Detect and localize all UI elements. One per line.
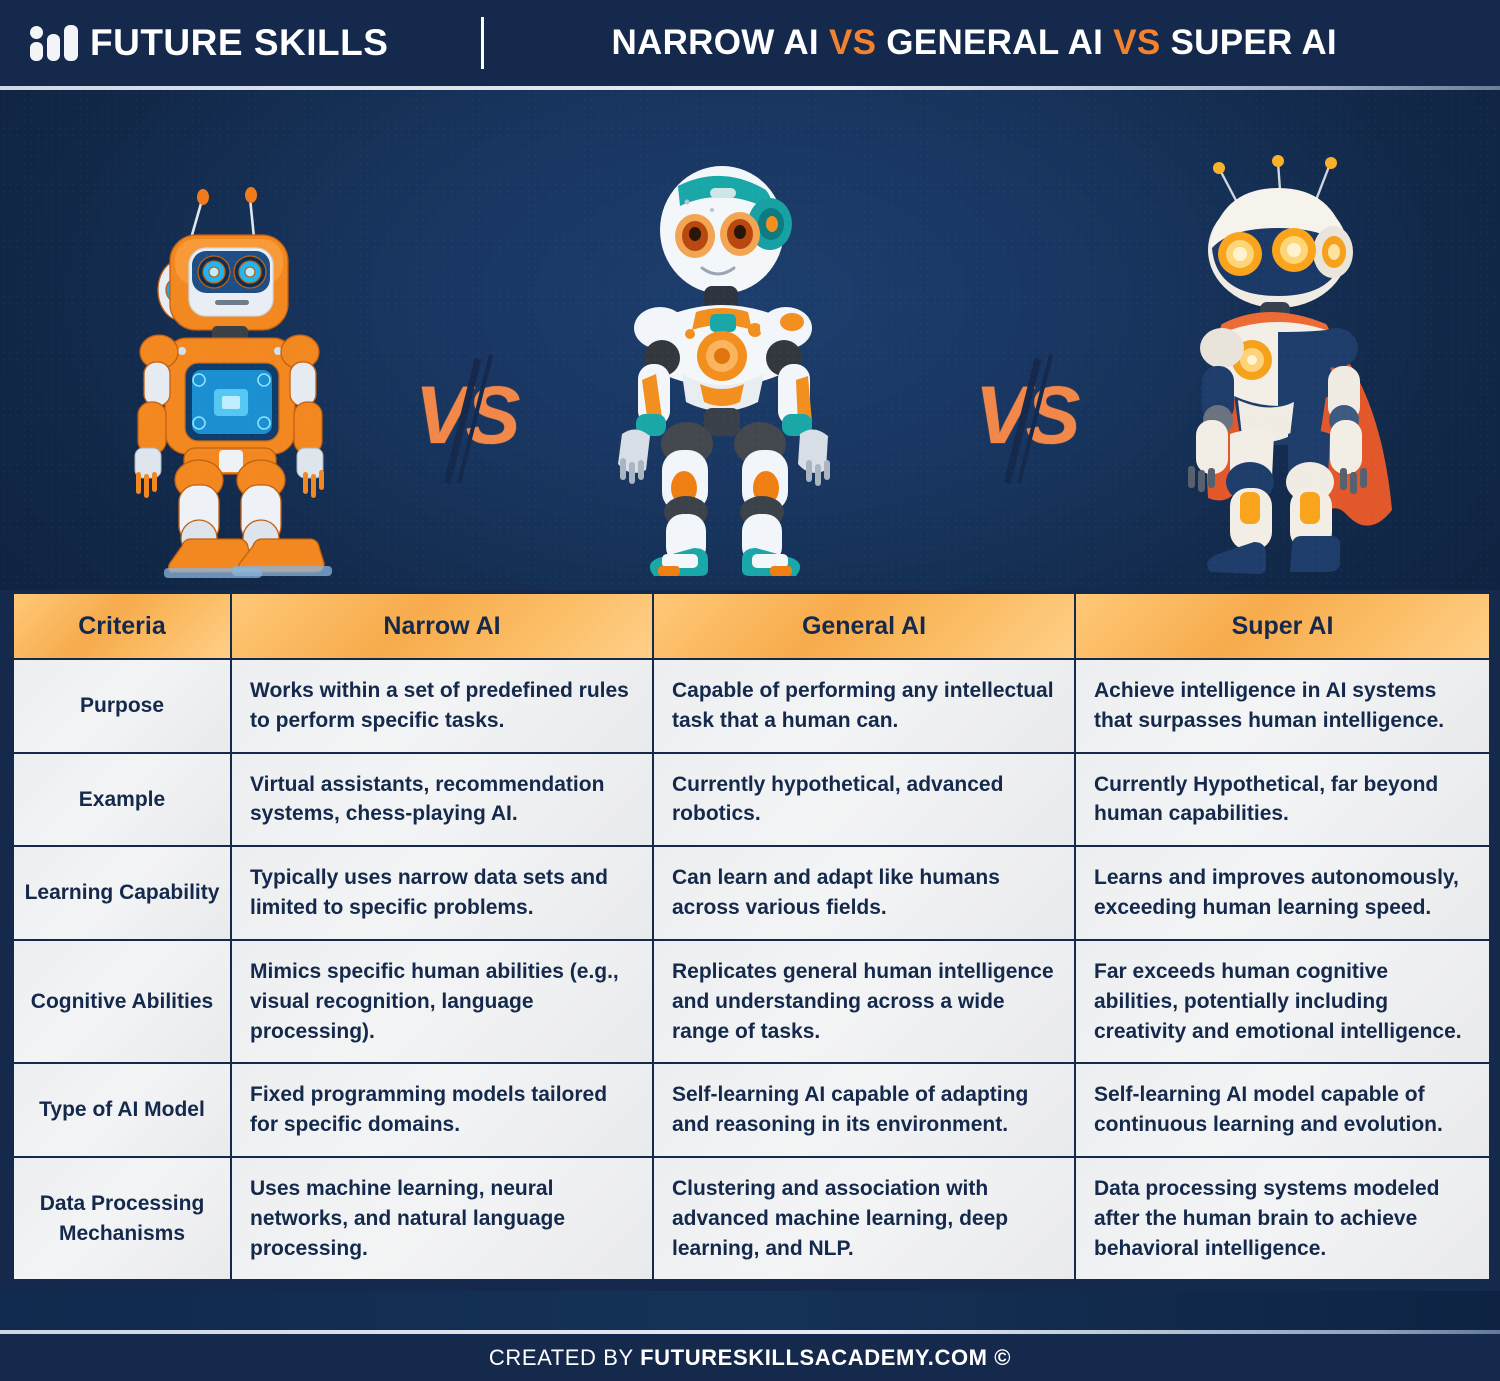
title-vs-2: VS [1113, 23, 1161, 62]
row-criteria-label: Type of AI Model [12, 1062, 232, 1158]
cell-super: Far exceeds human cognitive abilities, p… [1074, 938, 1491, 1065]
cell-super: Self-learning AI model capable of contin… [1074, 1062, 1491, 1158]
vs-badge-2: VS [975, 354, 1080, 484]
row-criteria-label: Cognitive Abilities [12, 938, 232, 1065]
title-part-2: GENERAL AI [876, 23, 1114, 62]
footer-prefix: CREATED BY [488, 1344, 641, 1370]
row-criteria-label: Data Processing Mechanisms [12, 1155, 232, 1282]
column-header-narrow-ai: Narrow AI [230, 592, 654, 660]
general-ai-robot [618, 166, 830, 576]
table-head: Criteria Narrow AI General AI Super AI [12, 592, 1491, 660]
table-row: Data Processing Mechanisms Uses machine … [12, 1155, 1491, 1282]
column-header-criteria: Criteria [12, 592, 232, 660]
hero-section: VS [0, 90, 1500, 590]
bar-chart-logo-icon [30, 25, 78, 61]
title-vs-1: VS [828, 23, 877, 62]
title-part-3: SUPER AI [1160, 23, 1337, 62]
cell-general: Self-learning AI capable of adapting and… [652, 1062, 1076, 1158]
cell-narrow: Uses machine learning, neural networks, … [230, 1155, 654, 1282]
cell-super: Learns and improves autonomously, exceed… [1074, 845, 1491, 941]
row-criteria-label: Example [12, 751, 232, 848]
cell-general: Clustering and association with advanced… [652, 1155, 1076, 1282]
page-header: FUTURE SKILLS NARROW AI VS GENERAL AI VS… [0, 0, 1500, 86]
narrow-ai-robot [134, 187, 332, 578]
cell-general: Replicates general human intelligence an… [652, 938, 1076, 1065]
column-header-general-ai: General AI [652, 592, 1076, 660]
footer-credit: CREATED BY FUTURESKILLSACADEMY.COM © [489, 1345, 1011, 1371]
cell-super: Data processing systems modeled after th… [1074, 1155, 1491, 1282]
table-row: Type of AI Model Fixed programming model… [12, 1062, 1491, 1158]
cell-super: Achieve intelligence in AI systems that … [1074, 658, 1491, 754]
cell-general: Currently hypothetical, advanced robotic… [652, 751, 1076, 848]
vs-badge-1: VS [415, 354, 520, 484]
table-body: Purpose Works within a set of predefined… [12, 658, 1491, 1282]
footer-gap [0, 1291, 1500, 1333]
page-footer: CREATED BY FUTURESKILLSACADEMY.COM © [0, 1334, 1500, 1381]
cell-general: Capable of performing any intellectual t… [652, 658, 1076, 754]
row-criteria-label: Learning Capability [12, 845, 232, 941]
cell-narrow: Fixed programming models tailored for sp… [230, 1062, 654, 1158]
table-row: Cognitive Abilities Mimics specific huma… [12, 938, 1491, 1065]
table-row: Learning Capability Typically uses narro… [12, 845, 1491, 941]
footer-site: FUTURESKILLSACADEMY.COM © [640, 1344, 1012, 1370]
table-header-row: Criteria Narrow AI General AI Super AI [12, 592, 1491, 660]
cell-super: Currently Hypothetical, far beyond human… [1074, 751, 1491, 848]
comparison-table-wrapper: Criteria Narrow AI General AI Super AI P… [12, 592, 1491, 1282]
row-criteria-label: Purpose [12, 658, 232, 754]
title-part-1: NARROW AI [611, 23, 829, 62]
infographic-page: FUTURE SKILLS NARROW AI VS GENERAL AI VS… [0, 0, 1500, 1381]
cell-narrow: Virtual assistants, recommendation syste… [230, 751, 654, 848]
brand: FUTURE SKILLS [30, 22, 388, 64]
cell-general: Can learn and adapt like humans across v… [652, 845, 1076, 941]
table-row: Purpose Works within a set of predefined… [12, 658, 1491, 754]
page-title: NARROW AI VS GENERAL AI VS SUPER AI [484, 23, 1500, 63]
cell-narrow: Typically uses narrow data sets and limi… [230, 845, 654, 941]
super-ai-robot [1188, 155, 1392, 574]
comparison-table: Criteria Narrow AI General AI Super AI P… [12, 592, 1491, 1282]
brand-name: FUTURE SKILLS [90, 22, 389, 63]
column-header-super-ai: Super AI [1074, 592, 1491, 660]
cell-narrow: Mimics specific human abilities (e.g., v… [230, 938, 654, 1065]
table-row: Example Virtual assistants, recommendati… [12, 751, 1491, 848]
cell-narrow: Works within a set of predefined rules t… [230, 658, 654, 754]
